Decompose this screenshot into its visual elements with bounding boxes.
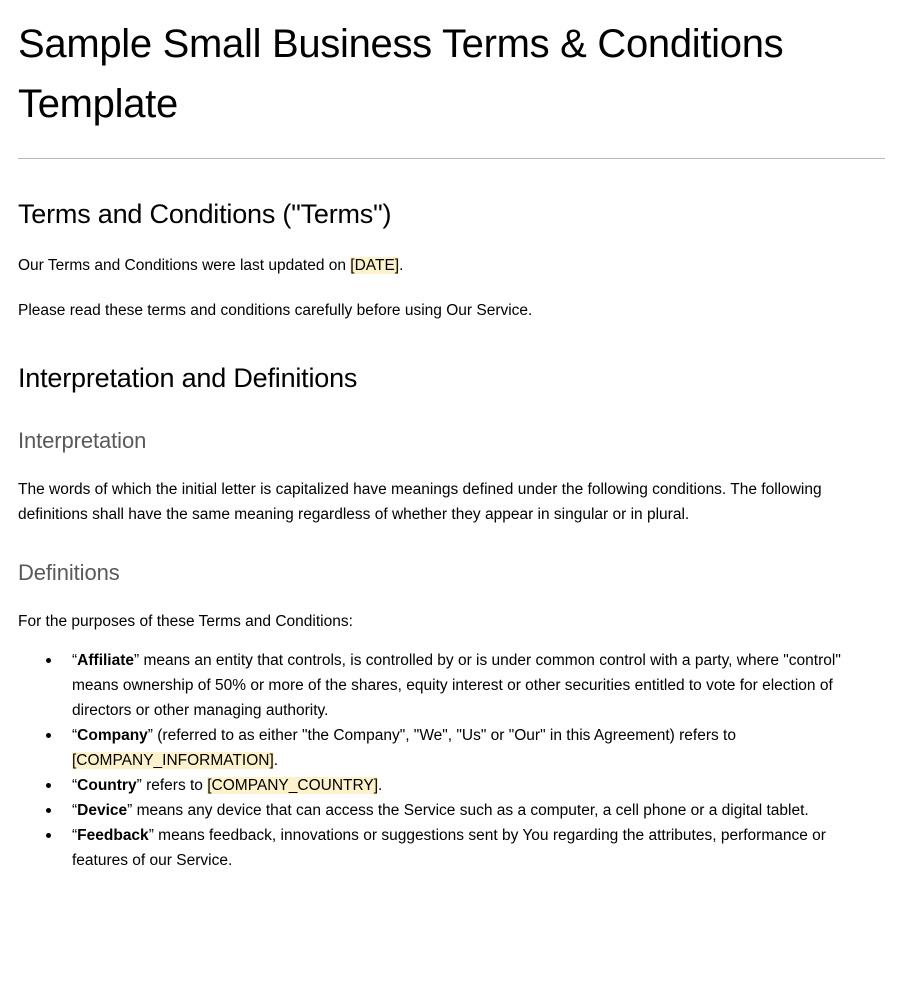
definition-list-item: “Company” (referred to as either "the Co… <box>18 723 885 773</box>
title-divider <box>18 158 885 159</box>
last-updated-suffix: . <box>399 257 404 274</box>
definition-text: refers to <box>141 777 208 794</box>
definition-list-item: “Feedback” means feedback, innovations o… <box>18 823 885 873</box>
definition-list-item: “Country” refers to [COMPANY_COUNTRY]. <box>18 773 885 798</box>
please-read-paragraph: Please read these terms and conditions c… <box>18 302 533 319</box>
definition-term: Company <box>77 727 148 744</box>
document-page: Sample Small Business Terms & Conditions… <box>0 0 900 873</box>
definition-text: means any device that can access the Ser… <box>132 802 809 819</box>
last-updated-paragraph: Our Terms and Conditions were last updat… <box>18 253 876 278</box>
section-heading-terms-and-conditions: Terms and Conditions ("Terms") <box>18 199 392 229</box>
definition-term: Feedback <box>77 827 149 844</box>
definition-placeholder: [COMPANY_COUNTRY] <box>207 777 379 794</box>
sub-heading-interpretation: Interpretation <box>18 428 147 453</box>
sub-heading-definitions: Definitions <box>18 560 120 585</box>
definition-placeholder: [COMPANY_INFORMATION] <box>72 752 274 769</box>
definition-term: Affiliate <box>77 652 135 669</box>
definitions-intro-paragraph: For the purposes of these Terms and Cond… <box>18 613 353 630</box>
definition-text-suffix: . <box>378 777 383 794</box>
definition-text-suffix: . <box>273 752 279 769</box>
definition-list-item: “Affiliate” means an entity that control… <box>18 648 885 723</box>
definition-term: Device <box>77 802 128 819</box>
definition-text: means feedback, innovations or suggestio… <box>72 827 826 869</box>
definition-list-item: “Device” means any device that can acces… <box>18 798 885 823</box>
document-title: Sample Small Business Terms & Conditions… <box>18 22 784 126</box>
interpretation-paragraph: The words of which the initial letter is… <box>18 481 822 523</box>
section-heading-interpretation-and-definitions: Interpretation and Definitions <box>18 363 358 393</box>
definition-term: Country <box>77 777 137 794</box>
date-placeholder: [DATE] <box>350 257 400 274</box>
definitions-list: “Affiliate” means an entity that control… <box>18 648 885 873</box>
definition-text: (referred to as either "the Company", "W… <box>152 727 736 744</box>
last-updated-prefix: Our Terms and Conditions were last updat… <box>18 257 351 274</box>
definition-text: means an entity that controls, is contro… <box>72 652 841 719</box>
